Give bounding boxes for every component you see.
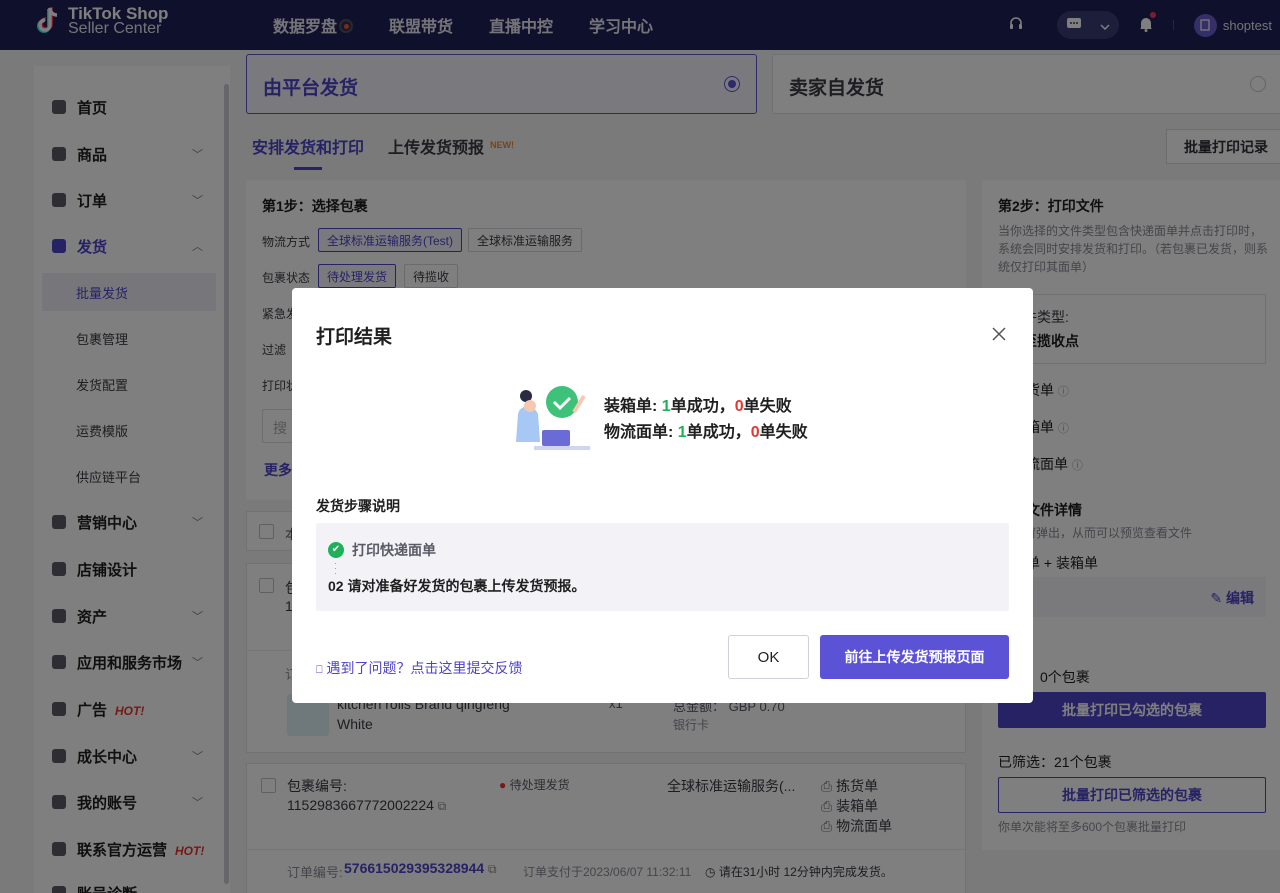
feedback-text: 遇到了问题？点击这里提交反馈 bbox=[326, 660, 523, 676]
feedback-icon: ⎕ bbox=[316, 664, 323, 676]
result-text: 单失败 bbox=[743, 398, 792, 415]
result-label: 物流面单: bbox=[604, 424, 674, 441]
steps-box: ✔ 打印快递面单 · · · 02 请对准备好发货的包裹上传发货预报。 bbox=[316, 523, 1009, 611]
fail-count: 0 bbox=[750, 424, 760, 441]
print-result-dialog: 打印结果 装箱单: 1单成功，0单失败 物流面单: 1单成功，0单失败 发货步骤… bbox=[292, 288, 1033, 703]
result-text: 单成功， bbox=[686, 424, 751, 441]
result-text: 单成功， bbox=[670, 398, 735, 415]
step-connector: · · · bbox=[334, 559, 337, 578]
dialog-title: 打印结果 bbox=[316, 327, 393, 348]
check-icon: ✔ bbox=[328, 542, 344, 558]
go-upload-forecast-button[interactable]: 前往上传发货预报页面 bbox=[820, 635, 1009, 679]
shipping-label-result: 物流面单: 1单成功，0单失败 bbox=[604, 420, 808, 446]
result-text: 单失败 bbox=[759, 424, 808, 441]
packing-list-result: 装箱单: 1单成功，0单失败 bbox=[604, 394, 808, 420]
success-illustration bbox=[512, 384, 594, 459]
steps-section-title: 发货步骤说明 bbox=[316, 498, 400, 514]
success-count: 1 bbox=[677, 424, 687, 441]
feedback-link[interactable]: ⎕ 遇到了问题？点击这里提交反馈 bbox=[316, 658, 523, 678]
fail-count: 0 bbox=[734, 398, 744, 415]
step2-text: 02 请对准备好发货的包裹上传发货预报。 bbox=[328, 578, 586, 594]
success-count: 1 bbox=[661, 398, 671, 415]
result-summary: 装箱单: 1单成功，0单失败 物流面单: 1单成功，0单失败 bbox=[604, 394, 808, 446]
ok-button[interactable]: OK bbox=[728, 635, 809, 679]
close-icon[interactable] bbox=[992, 324, 1006, 347]
step1-text: 打印快递面单 bbox=[352, 542, 436, 558]
result-label: 装箱单: bbox=[604, 398, 658, 415]
